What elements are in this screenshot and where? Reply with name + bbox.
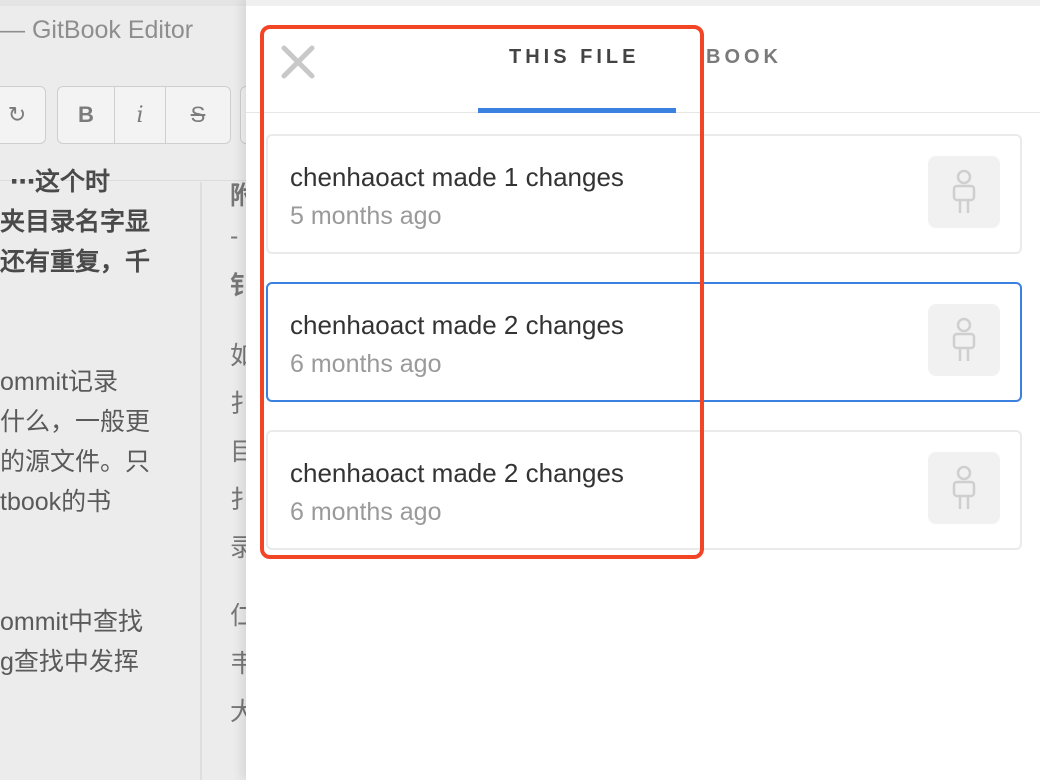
- editor-text-line: ommit中查找: [0, 608, 144, 636]
- editor-text-line: 还有重复，千: [0, 248, 151, 276]
- history-item-time: 6 months ago: [290, 350, 442, 378]
- history-item-title: chenhaoact made 1 changes: [290, 162, 624, 192]
- active-tab-indicator: [478, 108, 676, 113]
- editor-text-line: 夹目录名字显: [0, 208, 151, 236]
- strikethrough-button[interactable]: S: [165, 86, 231, 144]
- bold-button[interactable]: B: [57, 86, 115, 144]
- history-item-time: 6 months ago: [290, 498, 442, 526]
- history-item-title: chenhaoact made 2 changes: [290, 458, 624, 488]
- editor-text-line: g查找中发挥: [0, 648, 139, 676]
- history-item[interactable]: chenhaoact made 1 changes 5 months ago: [266, 134, 1022, 254]
- format-toolbar: ↻ B i S: [0, 86, 250, 146]
- panel-top-strip: [246, 0, 1040, 6]
- tab-book[interactable]: BOOK: [706, 46, 782, 69]
- editor-text-line: tbook的书: [0, 488, 112, 516]
- editor-text-line: 的源文件。只: [0, 448, 151, 476]
- editor-text-line: ommit记录: [0, 368, 119, 396]
- history-item-title: chenhaoact made 2 changes: [290, 310, 624, 340]
- history-item-time: 5 months ago: [290, 202, 442, 230]
- background-editor: — GitBook Editor ↻ B i S ⋯这个时 夹目录名字显 还有重…: [0, 0, 250, 780]
- avatar: [928, 156, 1000, 228]
- history-panel: THIS FILE BOOK chenhaoact made 1 changes…: [246, 0, 1040, 780]
- app-title: — GitBook Editor: [0, 16, 194, 44]
- user-icon: [952, 317, 976, 361]
- history-item[interactable]: chenhaoact made 2 changes 6 months ago: [266, 430, 1022, 550]
- column-divider: [200, 182, 202, 780]
- user-icon: [952, 465, 976, 509]
- close-icon[interactable]: [276, 40, 320, 84]
- preview-text-line: -: [230, 222, 239, 250]
- editor-text-line: 什么，一般更: [0, 408, 151, 436]
- editor-text-line: ⋯这个时: [10, 168, 111, 196]
- user-icon: [952, 169, 976, 213]
- redo-button[interactable]: ↻: [0, 86, 46, 144]
- avatar: [928, 452, 1000, 524]
- italic-button[interactable]: i: [114, 86, 166, 144]
- avatar: [928, 304, 1000, 376]
- tab-this-file[interactable]: THIS FILE: [509, 46, 639, 69]
- window-top-strip: [0, 0, 250, 6]
- history-item[interactable]: chenhaoact made 2 changes 6 months ago: [266, 282, 1022, 402]
